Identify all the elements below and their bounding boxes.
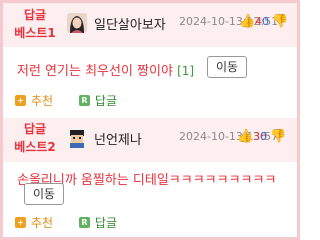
reply-button[interactable]: R 답글: [78, 92, 118, 109]
best-badge: 답글 베스트1: [9, 6, 61, 42]
thumbs-down-icon[interactable]: 👎: [272, 14, 288, 29]
thumbs-down-icon[interactable]: 👎: [270, 129, 286, 144]
badge-line2: 베스트1: [14, 26, 56, 40]
thumbs-up-icon[interactable]: 👍: [237, 129, 253, 144]
comment-body: 저런 연기는 최우선이 짱이야: [17, 64, 173, 79]
reply-label: 답글: [94, 216, 118, 230]
vote-area: 👍 4 👎 0: [225, 12, 295, 32]
woman-avatar-icon[interactable]: [67, 13, 87, 33]
recommend-button[interactable]: + 추천: [15, 92, 53, 109]
plus-icon: +: [15, 95, 26, 106]
comment-header: 답글 베스트1 일단살아보자 2024-10-13 12:51 👍 4 👎 0: [3, 3, 297, 47]
reply-button[interactable]: R 답글: [78, 214, 118, 231]
move-button[interactable]: 이동: [207, 56, 248, 78]
pixel-avatar-icon[interactable]: [67, 128, 87, 148]
dislike-count: 0: [262, 15, 269, 28]
badge-line1: 답글: [23, 8, 47, 22]
comment-actions: + 추천 R 답글: [15, 92, 139, 109]
reply-label: 답글: [94, 94, 118, 108]
reply-icon: R: [78, 95, 90, 106]
badge-line1: 답글: [23, 122, 47, 136]
plus-icon: +: [15, 217, 26, 228]
dislike-count: 0: [260, 130, 267, 143]
vote-area: 👍 36 👎 0: [223, 127, 293, 147]
comment-actions: + 추천 R 답글: [15, 214, 139, 231]
recommend-label: 추천: [31, 216, 54, 230]
badge-line2: 베스트2: [14, 140, 56, 154]
nickname[interactable]: 일단살아보자: [94, 14, 166, 33]
thumbs-up-icon[interactable]: 👍: [239, 14, 255, 29]
comment-header: 답글 베스트2 넌언제나 2024-10-13 13:57 👍 36 👎 0: [3, 118, 297, 162]
recommend-button[interactable]: + 추천: [15, 214, 53, 231]
comment-text: 저런 연기는 최우선이 짱이야 [1] 이동: [17, 56, 293, 79]
nickname[interactable]: 넌언제나: [94, 129, 142, 148]
best-badge: 답글 베스트2: [9, 120, 61, 156]
reply-count[interactable]: [1]: [177, 64, 194, 78]
move-button[interactable]: 이동: [24, 183, 65, 205]
like-count: 4: [255, 15, 262, 28]
best-comments-panel: 답글 베스트1 일단살아보자 2024-10-13 12:51 👍 4 👎 0 …: [0, 0, 300, 240]
recommend-label: 추천: [31, 94, 54, 108]
reply-icon: R: [78, 217, 90, 228]
